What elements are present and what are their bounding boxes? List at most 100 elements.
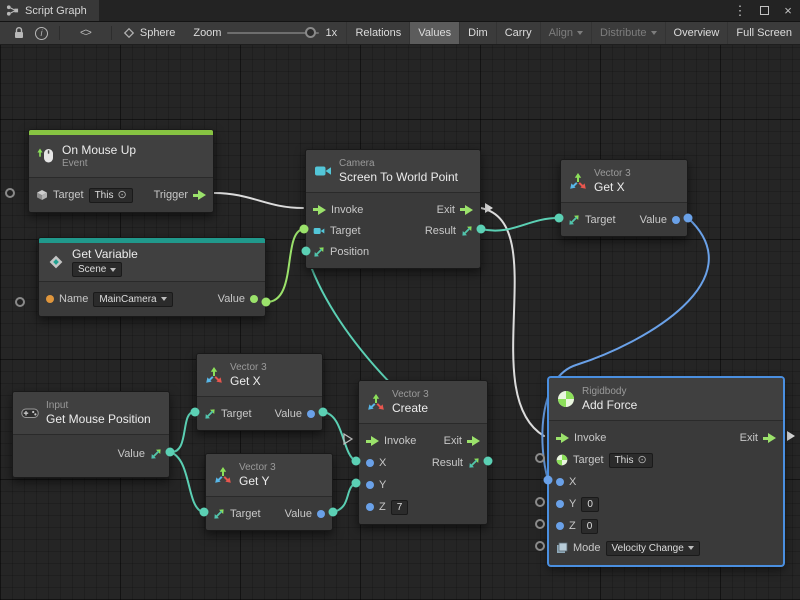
distribute-label: Distribute xyxy=(600,27,646,39)
node-vector3-create[interactable]: Vector 3 Create Invoke Exit X Result xyxy=(358,380,488,525)
z-value-field[interactable]: 0 xyxy=(581,519,599,534)
port-socket[interactable] xyxy=(535,541,545,551)
relations-button[interactable]: Relations xyxy=(346,22,409,44)
distribute-button[interactable]: Distribute xyxy=(591,22,664,44)
node-title: Get X xyxy=(594,180,631,194)
port-label-z: Z xyxy=(379,501,386,513)
node-get-x-top[interactable]: Vector 3 Get X Target Value xyxy=(560,159,688,237)
port-label-value: Value xyxy=(285,508,312,520)
port-label-target: Target xyxy=(53,189,84,201)
port-socket[interactable] xyxy=(535,497,545,507)
connection-dot[interactable] xyxy=(300,225,309,234)
fullscreen-button[interactable]: Full Screen xyxy=(727,22,800,44)
float-port-dot[interactable] xyxy=(366,459,374,467)
dim-button[interactable]: Dim xyxy=(459,22,496,44)
connection-dot[interactable] xyxy=(319,408,328,417)
vector-port-icon[interactable] xyxy=(213,508,225,520)
connection-dot[interactable] xyxy=(555,214,564,223)
port-label-target: Target xyxy=(221,408,252,420)
values-button[interactable]: Values xyxy=(409,22,459,44)
mode-value: Velocity Change xyxy=(612,543,684,554)
string-port-dot[interactable] xyxy=(46,295,54,303)
port-socket[interactable] xyxy=(15,297,25,307)
target-object-chip[interactable]: This⊙ xyxy=(89,188,133,203)
vector-port-icon[interactable] xyxy=(150,448,162,460)
connection-dot[interactable] xyxy=(477,225,486,234)
float-port-dot[interactable] xyxy=(556,478,564,486)
object-picker-icon: ⊙ xyxy=(637,455,646,465)
flow-arrow-icon[interactable] xyxy=(313,205,326,215)
tab-script-graph[interactable]: Script Graph xyxy=(0,0,99,21)
connection-dot[interactable] xyxy=(200,508,209,517)
node-screen-to-world-point[interactable]: Camera Screen To World Point Invoke Exit… xyxy=(305,149,481,269)
flow-arrow-icon[interactable] xyxy=(366,436,379,446)
port-label-value: Value xyxy=(218,293,245,305)
vector-port-icon[interactable] xyxy=(461,225,473,237)
port-socket[interactable] xyxy=(535,453,545,463)
connection-dot[interactable] xyxy=(352,457,361,466)
window-menu-button[interactable]: ⋮ xyxy=(728,0,752,21)
node-get-variable[interactable]: Get Variable Scene Name MainCamera Value xyxy=(38,237,266,317)
float-port-dot[interactable] xyxy=(556,522,564,530)
port-label-position: Position xyxy=(330,246,369,258)
variable-name-dropdown[interactable]: MainCamera xyxy=(93,292,172,307)
connection-dot[interactable] xyxy=(544,476,553,485)
node-get-x-mid[interactable]: Vector 3 Get X Target Value xyxy=(196,353,323,431)
node-add-force[interactable]: Rigidbody Add Force Invoke Exit Target T… xyxy=(548,377,784,566)
float-port-dot[interactable] xyxy=(556,500,564,508)
wire-variable-to-camera-target xyxy=(266,229,303,302)
port-socket[interactable] xyxy=(535,519,545,529)
node-get-mouse-position[interactable]: Input Get Mouse Position Value xyxy=(12,391,170,478)
port-label-trigger: Trigger xyxy=(154,189,188,201)
overview-button[interactable]: Overview xyxy=(665,22,728,44)
flow-arrow-icon[interactable] xyxy=(556,433,569,443)
zoom-slider-handle[interactable] xyxy=(305,27,316,38)
node-get-y[interactable]: Vector 3 Get Y Target Value xyxy=(205,453,333,531)
enum-port-icon[interactable] xyxy=(556,542,568,554)
flow-arrow-icon[interactable] xyxy=(467,436,480,446)
z-value-field[interactable]: 7 xyxy=(391,500,409,515)
port-row-position: Position xyxy=(306,241,480,262)
vector-port-icon[interactable] xyxy=(468,457,480,469)
float-port-dot[interactable] xyxy=(307,410,315,418)
camera-port-icon[interactable] xyxy=(313,225,325,237)
edit-source-button[interactable]: <> xyxy=(80,27,91,39)
flow-arrow-icon[interactable] xyxy=(460,205,473,215)
port-socket[interactable] xyxy=(5,188,15,198)
zoom-slider[interactable] xyxy=(227,32,319,34)
target-object-chip[interactable]: This⊙ xyxy=(609,453,653,468)
flow-arrow-icon[interactable] xyxy=(193,190,206,200)
connection-dot[interactable] xyxy=(302,247,311,256)
connection-dot[interactable] xyxy=(684,214,693,223)
carry-button[interactable]: Carry xyxy=(496,22,540,44)
connection-dot[interactable] xyxy=(329,508,338,517)
y-value-field[interactable]: 0 xyxy=(581,497,599,512)
rigidbody-port-icon[interactable] xyxy=(556,454,568,466)
connection-dot[interactable] xyxy=(352,479,361,488)
window-close-button[interactable]: × xyxy=(776,0,800,21)
float-port-dot[interactable] xyxy=(317,510,325,518)
port-label-target: Target xyxy=(230,508,261,520)
vector-port-icon[interactable] xyxy=(204,408,216,420)
connection-dot[interactable] xyxy=(262,298,271,307)
mode-dropdown[interactable]: Velocity Change xyxy=(606,541,700,556)
float-port-dot[interactable] xyxy=(366,481,374,489)
flow-arrow-icon[interactable] xyxy=(763,433,776,443)
window-maximize-button[interactable] xyxy=(752,0,776,21)
port-label-x: X xyxy=(569,476,576,488)
node-on-mouse-up[interactable]: On Mouse Up Event Target This⊙ Trigger xyxy=(28,129,214,213)
lock-button[interactable] xyxy=(13,26,25,40)
graph-canvas[interactable]: On Mouse Up Event Target This⊙ Trigger xyxy=(0,45,800,600)
connection-dot[interactable] xyxy=(191,408,200,417)
float-port-dot[interactable] xyxy=(672,216,680,224)
vector-port-icon[interactable] xyxy=(568,214,580,226)
align-button[interactable]: Align xyxy=(540,22,591,44)
variable-scope-dropdown[interactable]: Scene xyxy=(72,262,122,277)
inspect-button[interactable]: i xyxy=(35,27,48,40)
object-port-dot[interactable] xyxy=(250,295,258,303)
connection-dot[interactable] xyxy=(166,448,175,457)
float-port-dot[interactable] xyxy=(366,503,374,511)
wire-gety-to-create-y xyxy=(333,483,356,512)
connection-dot[interactable] xyxy=(484,457,493,466)
vector-port-icon[interactable] xyxy=(313,246,325,258)
